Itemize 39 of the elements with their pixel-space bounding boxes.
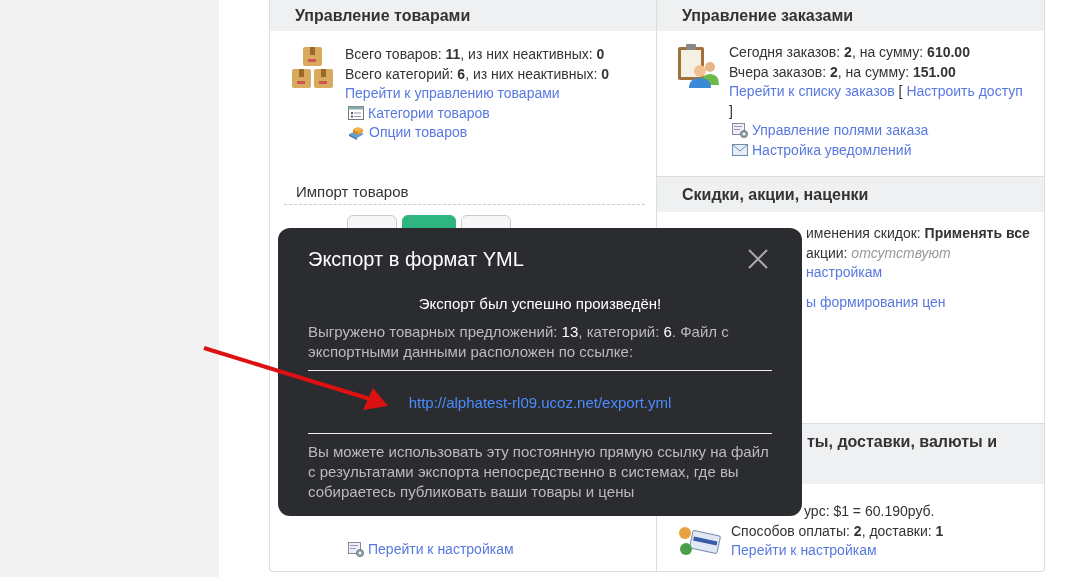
link[interactable]: Опции товаров xyxy=(369,123,468,143)
section-title: Скидки, акции, наценки xyxy=(657,176,1044,212)
gear-document-icon xyxy=(348,541,364,557)
link[interactable]: Настройка уведомлений xyxy=(752,140,912,160)
bracket: ] xyxy=(729,101,734,121)
section-title: ты, доставки, валюты и xyxy=(807,433,998,450)
clipboard-people-drawing xyxy=(677,43,719,88)
section-title: Управление товарами xyxy=(270,0,656,31)
link[interactable]: настройкам xyxy=(806,263,1044,283)
success-text: Экспорт был успешно произведён! xyxy=(417,294,663,314)
info-text: акции: отсутствуют xyxy=(806,243,952,263)
stat-text: Сегодня заказов: 2, на сумму: 610.00 xyxy=(729,43,971,62)
export-link[interactable]: http://alphatest-rl09.ucoz.net/export.yml xyxy=(408,393,672,411)
stat-text: Всего категорий: 6, из них неактивных: 0 xyxy=(345,64,610,84)
stat-text: Способов оплаты: 2, доставки: 1 xyxy=(731,521,944,541)
stat-text: Вчера заказов: 2, на сумму: 151.00 xyxy=(729,62,957,82)
gear-document-icon xyxy=(732,123,748,139)
boxes-icon xyxy=(348,125,365,141)
bracket: [ xyxy=(897,83,904,99)
note-text: Вы можете использовать эту постоянную прямую ссылку на файл с результатами экспорта непосредственно в системах, где вы собираетесь публиковать ваши товары и цены xyxy=(308,442,770,502)
link[interactable]: Перейти к настройкам xyxy=(731,541,944,561)
link[interactable]: Управление полями заказа xyxy=(752,121,929,141)
link[interactable]: ы формирования цен xyxy=(806,292,1044,312)
close-button[interactable] xyxy=(748,249,768,269)
info-text: урс: $1 = 60.190руб. xyxy=(804,502,936,521)
envelope-icon xyxy=(732,144,748,157)
link[interactable]: Перейти к управлению товарами xyxy=(345,84,610,104)
link[interactable]: Перейти к настройкам xyxy=(368,539,514,559)
section-title: Управление заказами xyxy=(657,0,1044,31)
import-title: Импорт товаров xyxy=(284,182,645,205)
summary-text: Выгружено товарных предложений: 13, категорий: 6. Файл с экспортными данными расположен по ссылке: xyxy=(308,322,730,362)
dialog-title: Экспорт в формат YML xyxy=(308,247,524,272)
boxes-drawing xyxy=(290,45,335,90)
link[interactable]: Перейти к списку заказов xyxy=(729,83,895,99)
stat-text: Всего товаров: 11, из них неактивных: 0 xyxy=(345,45,606,64)
link[interactable]: Категории товаров xyxy=(368,103,490,123)
link[interactable]: Настроить доступ xyxy=(906,83,1023,99)
info-text: именения скидок: Применять все xyxy=(806,224,1031,243)
list-icon xyxy=(348,106,364,121)
